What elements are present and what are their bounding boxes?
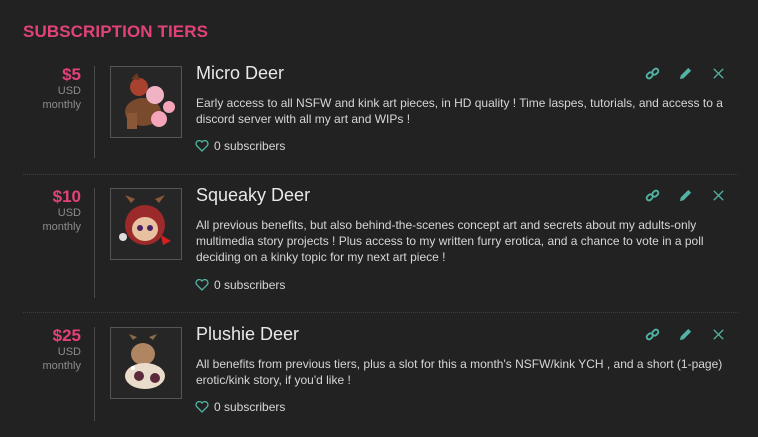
heart-icon [195,401,209,413]
tier-period: monthly [42,99,81,111]
tier-currency: USD [57,207,81,219]
tier-price: $10 [52,187,81,206]
tier-thumbnail [110,66,182,138]
link-icon[interactable] [645,327,660,342]
price-block: $10 USD monthly [23,188,81,234]
divider-line [94,66,95,158]
tier-description: All benefits from previous tiers, plus a… [196,357,723,387]
tier-period: monthly [42,360,81,372]
link-icon[interactable] [645,66,660,81]
subscriber-label: 0 subscribers [214,278,286,292]
tier-card-plushie-deer: $25 USD monthly Plushie Deer All benefit… [23,324,738,437]
link-icon[interactable] [645,188,660,203]
tier-price: $5 [62,65,81,84]
tier-period: monthly [42,221,81,233]
tier-card-squeaky-deer: $10 USD monthly Squeaky Deer All previou… [23,185,738,313]
tier-price: $25 [52,326,81,345]
tier-actions [645,66,726,81]
subscriber-label: 0 subscribers [214,400,286,414]
subscriber-count: 0 subscribers [195,278,285,292]
heart-icon [195,279,209,291]
heart-icon [195,140,209,152]
close-icon[interactable] [711,327,726,342]
tier-currency: USD [57,85,81,97]
tier-thumbnail [110,188,182,260]
pencil-icon[interactable] [678,188,693,203]
tier-description: All previous benefits, but also behind-t… [196,218,704,264]
tier-thumbnail [110,327,182,399]
price-block: $5 USD monthly [23,66,81,112]
subscriber-count: 0 subscribers [195,139,285,153]
subscriber-count: 0 subscribers [195,400,285,414]
tier-actions [645,327,726,342]
tier-actions [645,188,726,203]
close-icon[interactable] [711,188,726,203]
divider-line [94,327,95,421]
tier-currency: USD [57,346,81,358]
close-icon[interactable] [711,66,726,81]
pencil-icon[interactable] [678,66,693,81]
pencil-icon[interactable] [678,327,693,342]
section-title: SUBSCRIPTION TIERS [23,22,209,41]
tier-name: Plushie Deer [196,324,300,344]
tier-name: Micro Deer [196,63,285,83]
tier-name: Squeaky Deer [196,185,311,205]
subscriber-label: 0 subscribers [214,139,286,153]
tier-description: Early access to all NSFW and kink art pi… [196,96,723,126]
divider-line [94,188,95,298]
price-block: $25 USD monthly [23,327,81,373]
tier-card-micro-deer: $5 USD monthly Micro Deer Early access t… [23,63,738,175]
